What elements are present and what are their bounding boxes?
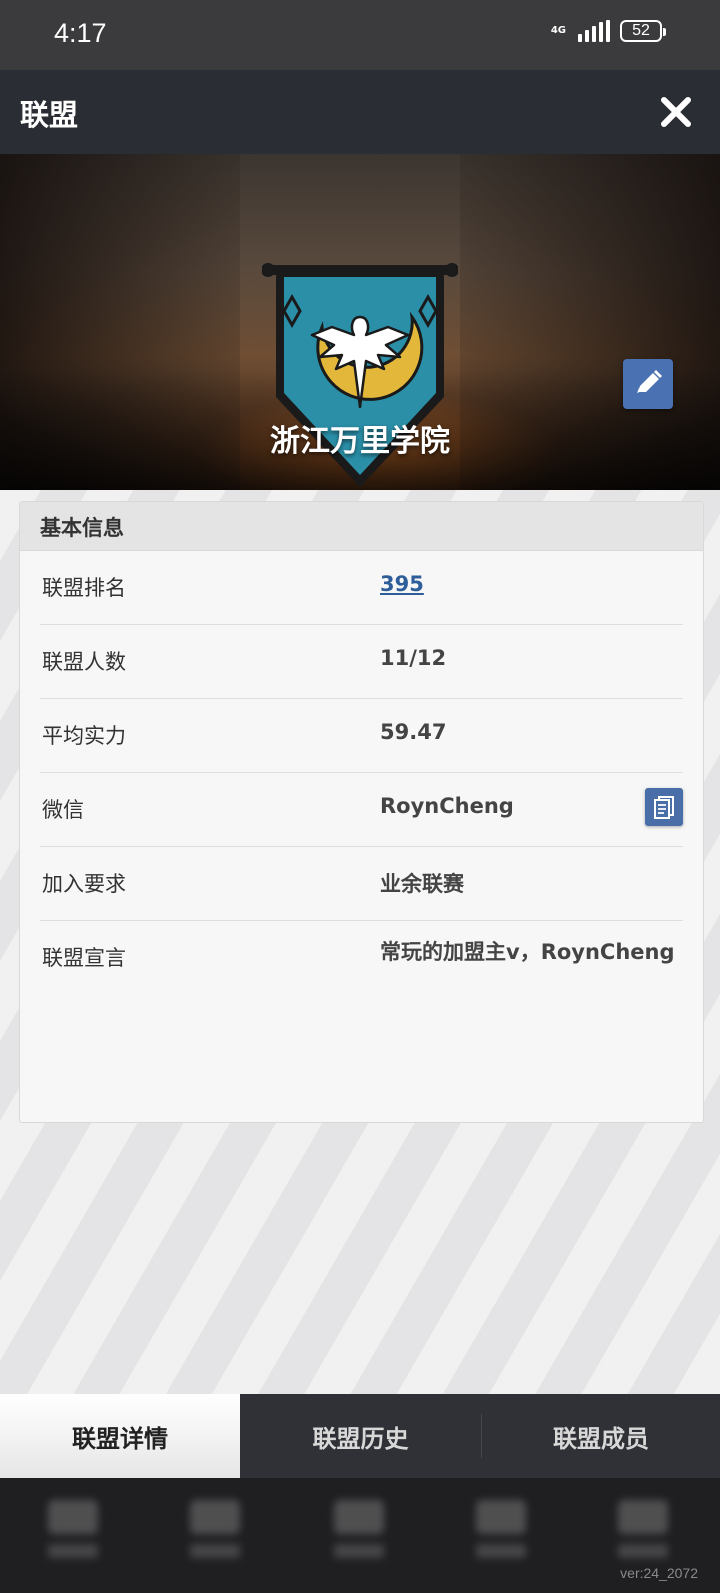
team-banner: 浙江万里学院	[0, 154, 720, 490]
copy-button[interactable]	[645, 788, 683, 826]
row-label: 联盟宣言	[42, 946, 126, 970]
nav-item-blurred	[44, 1500, 102, 1570]
info-row-declaration: 联盟宣言 常玩的加盟主v，RoynCheng	[40, 920, 683, 994]
team-name: 浙江万里学院	[270, 424, 450, 459]
battery-icon: 52	[620, 20, 666, 42]
status-time: 4:17	[54, 18, 107, 48]
signal-icon	[578, 20, 610, 42]
row-label: 联盟人数	[42, 650, 126, 674]
row-value: RoynCheng	[380, 794, 514, 818]
edit-button[interactable]	[623, 359, 673, 409]
row-value: 59.47	[380, 720, 447, 744]
bottom-nav-blurred: ver:24_2072	[0, 1478, 720, 1593]
row-value: 常玩的加盟主v，RoynCheng	[380, 940, 675, 964]
info-row-wechat: 微信 RoynCheng	[40, 772, 683, 847]
info-row-members: 联盟人数 11/12	[40, 624, 683, 699]
battery-level: 52	[632, 22, 650, 39]
info-row-rank: 联盟排名 395	[40, 550, 683, 625]
close-button[interactable]	[656, 92, 696, 132]
tab-league-details[interactable]: 联盟详情	[0, 1394, 240, 1478]
page-title: 联盟	[20, 98, 79, 132]
row-label: 平均实力	[42, 724, 126, 748]
app-header: 联盟	[0, 70, 720, 154]
copy-icon	[654, 796, 674, 819]
panel-header: 基本信息	[20, 502, 703, 551]
nav-item-blurred	[330, 1500, 388, 1570]
nav-item-blurred	[472, 1500, 530, 1570]
info-row-strength: 平均实力 59.47	[40, 698, 683, 773]
basic-info-panel: 基本信息 联盟排名 395 联盟人数 11/12 平均实力 59.47 微信 R…	[19, 501, 704, 1123]
network-type: 4G	[550, 25, 566, 36]
tab-bar: 联盟详情 联盟历史 联盟成员	[0, 1394, 720, 1478]
row-value: 11/12	[380, 646, 447, 670]
status-icons: 4G 52	[550, 20, 666, 42]
nav-item-blurred	[186, 1500, 244, 1570]
version-label: ver:24_2072	[620, 1565, 698, 1581]
row-value: 业余联赛	[380, 872, 464, 896]
section-title: 基本信息	[40, 516, 124, 540]
tab-league-history[interactable]: 联盟历史	[240, 1394, 481, 1478]
tab-league-members[interactable]: 联盟成员	[482, 1394, 720, 1478]
row-label: 加入要求	[42, 872, 126, 896]
info-row-requirement: 加入要求 业余联赛	[40, 846, 683, 921]
status-bar: 4:17 4G 52	[0, 0, 720, 70]
nav-item-blurred	[614, 1500, 672, 1570]
rank-link[interactable]: 395	[380, 572, 424, 596]
row-label: 微信	[42, 798, 84, 822]
pencil-icon	[637, 370, 662, 393]
close-icon	[661, 97, 691, 127]
row-label: 联盟排名	[42, 576, 126, 600]
